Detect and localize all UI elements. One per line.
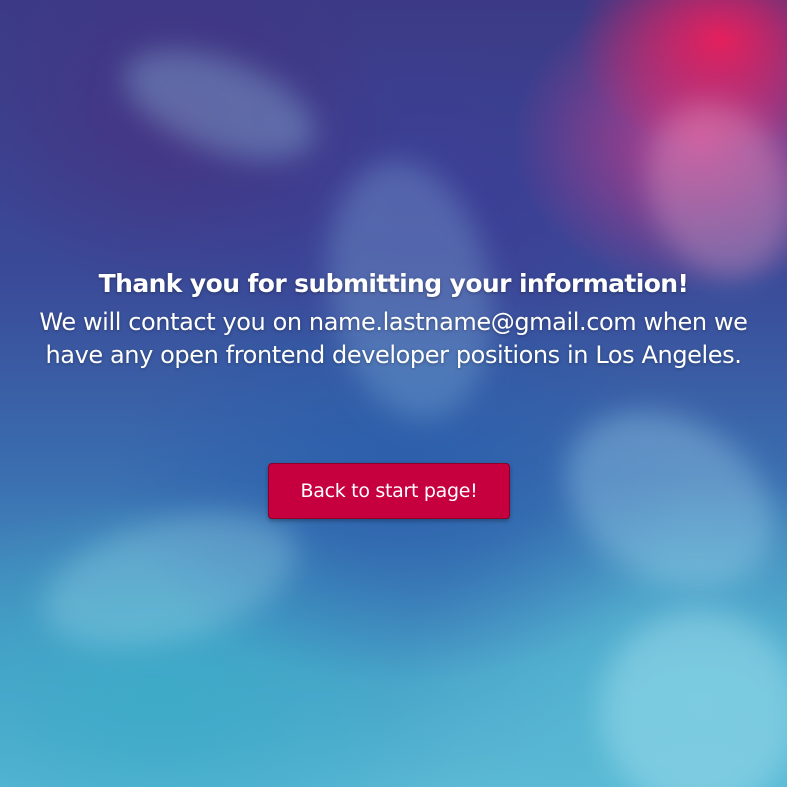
confirmation-message: We will contact you on name.lastname@gma… xyxy=(39,308,748,369)
back-to-start-button[interactable]: Back to start page! xyxy=(268,463,510,519)
background-smoke xyxy=(110,28,330,182)
background-smoke xyxy=(600,610,787,787)
confirmation-title: Thank you for submitting your informatio… xyxy=(98,269,689,298)
confirmation-page: Thank you for submitting your informatio… xyxy=(0,0,787,787)
background-smoke xyxy=(534,375,787,625)
confirmation-content: Thank you for submitting your informatio… xyxy=(0,262,787,372)
